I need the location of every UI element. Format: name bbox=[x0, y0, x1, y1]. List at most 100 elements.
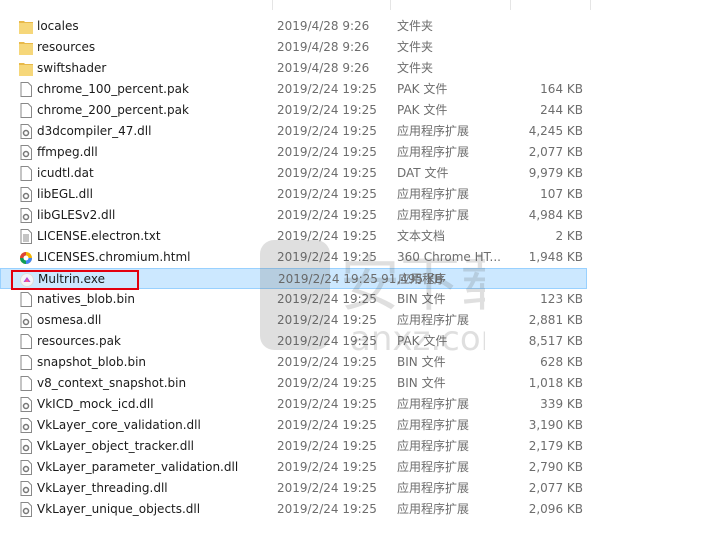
file-row[interactable]: ffmpeg.dll 2019/2/24 19:25 应用程序扩展 2,077 … bbox=[0, 142, 726, 163]
file-type: 文本文档 bbox=[397, 229, 446, 243]
dll-icon bbox=[19, 397, 33, 412]
file-row[interactable]: libEGL.dll 2019/2/24 19:25 应用程序扩展 107 KB bbox=[0, 184, 726, 205]
file-size: 107 KB bbox=[540, 187, 583, 201]
file-list: locales 2019/4/28 9:26 文件夹 resources 201… bbox=[0, 16, 726, 520]
file-date: 2019/2/24 19:25 bbox=[277, 82, 377, 96]
file-type: 应用程序扩展 bbox=[397, 313, 470, 327]
file-type: 应用程序扩展 bbox=[397, 460, 470, 474]
dll-icon bbox=[19, 460, 33, 475]
file-name: LICENSE.electron.txt bbox=[37, 229, 161, 243]
file-type: 360 Chrome HT... bbox=[397, 250, 501, 264]
file-date: 2019/4/28 9:26 bbox=[277, 61, 370, 75]
file-name: resources bbox=[37, 40, 96, 54]
file-type: 文件夹 bbox=[397, 40, 434, 54]
file-name: libEGL.dll bbox=[37, 187, 93, 201]
column-divider[interactable] bbox=[390, 0, 391, 10]
file-date: 2019/2/24 19:25 bbox=[277, 145, 377, 159]
file-row[interactable]: resources.pak 2019/2/24 19:25 PAK 文件 8,5… bbox=[0, 331, 726, 352]
file-date: 2019/2/24 19:25 bbox=[277, 355, 377, 369]
file-type: 应用程序扩展 bbox=[397, 145, 470, 159]
folder-icon bbox=[19, 61, 33, 76]
file-size: 2,790 KB bbox=[528, 460, 583, 474]
file-row[interactable]: snapshot_blob.bin 2019/2/24 19:25 BIN 文件… bbox=[0, 352, 726, 373]
file-name: VkLayer_object_tracker.dll bbox=[37, 439, 195, 453]
file-row[interactable]: VkLayer_object_tracker.dll 2019/2/24 19:… bbox=[0, 436, 726, 457]
column-header[interactable] bbox=[0, 0, 726, 10]
file-date: 2019/2/24 19:25 bbox=[277, 418, 377, 432]
file-type: BIN 文件 bbox=[397, 376, 446, 390]
file-icon bbox=[19, 376, 33, 391]
file-row[interactable]: VkLayer_parameter_validation.dll 2019/2/… bbox=[0, 457, 726, 478]
file-size: 1,018 KB bbox=[528, 376, 583, 390]
folder-icon bbox=[19, 40, 33, 55]
file-row[interactable]: icudtl.dat 2019/2/24 19:25 DAT 文件 9,979 … bbox=[0, 163, 726, 184]
file-type: 文件夹 bbox=[397, 61, 434, 75]
file-row[interactable]: swiftshader 2019/4/28 9:26 文件夹 bbox=[0, 58, 726, 79]
file-name: d3dcompiler_47.dll bbox=[37, 124, 152, 138]
file-size: 2,179 KB bbox=[528, 439, 583, 453]
file-name: osmesa.dll bbox=[37, 313, 102, 327]
file-name: chrome_100_percent.pak bbox=[37, 82, 189, 96]
file-row[interactable]: locales 2019/4/28 9:26 文件夹 bbox=[0, 16, 726, 37]
file-row[interactable]: resources 2019/4/28 9:26 文件夹 bbox=[0, 37, 726, 58]
file-size: 4,245 KB bbox=[528, 124, 583, 138]
file-size: 3,190 KB bbox=[528, 418, 583, 432]
file-type: 应用程序扩展 bbox=[397, 502, 470, 516]
file-size: 4,984 KB bbox=[528, 208, 583, 222]
file-row[interactable]: VkLayer_core_validation.dll 2019/2/24 19… bbox=[0, 415, 726, 436]
file-row[interactable]: v8_context_snapshot.bin 2019/2/24 19:25 … bbox=[0, 373, 726, 394]
file-date: 2019/2/24 19:25 bbox=[277, 166, 377, 180]
file-name: VkLayer_unique_objects.dll bbox=[37, 502, 201, 516]
dll-icon bbox=[19, 313, 33, 328]
file-type: BIN 文件 bbox=[397, 292, 446, 306]
file-date: 2019/2/24 19:25 bbox=[277, 313, 377, 327]
dll-icon bbox=[19, 208, 33, 223]
file-date: 2019/2/24 19:25 bbox=[277, 376, 377, 390]
file-size: 1,948 KB bbox=[528, 250, 583, 264]
file-row[interactable]: VkICD_mock_icd.dll 2019/2/24 19:25 应用程序扩… bbox=[0, 394, 726, 415]
file-name: VkLayer_core_validation.dll bbox=[37, 418, 201, 432]
file-type: BIN 文件 bbox=[397, 355, 446, 369]
file-date: 2019/4/28 9:26 bbox=[277, 19, 370, 33]
file-date: 2019/2/24 19:25 bbox=[277, 229, 377, 243]
file-row[interactable]: d3dcompiler_47.dll 2019/2/24 19:25 应用程序扩… bbox=[0, 121, 726, 142]
file-type: 应用程序扩展 bbox=[397, 124, 470, 138]
file-row[interactable]: LICENSES.chromium.html 2019/2/24 19:25 3… bbox=[0, 247, 726, 268]
dll-icon bbox=[19, 124, 33, 139]
file-size: 339 KB bbox=[540, 397, 583, 411]
file-row[interactable]: LICENSE.electron.txt 2019/2/24 19:25 文本文… bbox=[0, 226, 726, 247]
file-icon bbox=[19, 355, 33, 370]
text-file-icon bbox=[19, 229, 33, 244]
file-size: 123 KB bbox=[540, 292, 583, 306]
file-name: swiftshader bbox=[37, 61, 107, 75]
file-date: 2019/2/24 19:25 bbox=[277, 481, 377, 495]
file-date: 2019/2/24 19:25 bbox=[277, 124, 377, 138]
file-type: 文件夹 bbox=[397, 19, 434, 33]
file-date: 2019/2/24 19:25 bbox=[277, 103, 377, 117]
file-row[interactable]: chrome_100_percent.pak 2019/2/24 19:25 P… bbox=[0, 79, 726, 100]
file-date: 2019/2/24 19:25 bbox=[277, 460, 377, 474]
file-size: 2 KB bbox=[555, 229, 583, 243]
file-row[interactable]: VkLayer_threading.dll 2019/2/24 19:25 应用… bbox=[0, 478, 726, 499]
file-type: DAT 文件 bbox=[397, 166, 449, 180]
file-row[interactable]: chrome_200_percent.pak 2019/2/24 19:25 P… bbox=[0, 100, 726, 121]
file-row[interactable]: natives_blob.bin 2019/2/24 19:25 BIN 文件 … bbox=[0, 289, 726, 310]
file-row[interactable]: VkLayer_unique_objects.dll 2019/2/24 19:… bbox=[0, 499, 726, 520]
file-row[interactable]: libGLESv2.dll 2019/2/24 19:25 应用程序扩展 4,9… bbox=[0, 205, 726, 226]
file-name: icudtl.dat bbox=[37, 166, 94, 180]
dll-icon bbox=[19, 418, 33, 433]
file-name: LICENSES.chromium.html bbox=[37, 250, 191, 264]
file-type: 应用程序扩展 bbox=[397, 208, 470, 222]
file-size: 164 KB bbox=[540, 82, 583, 96]
column-divider[interactable] bbox=[590, 0, 591, 10]
file-type: 应用程序扩展 bbox=[397, 481, 470, 495]
file-type: 应用程序扩展 bbox=[397, 439, 470, 453]
file-row[interactable]: osmesa.dll 2019/2/24 19:25 应用程序扩展 2,881 … bbox=[0, 310, 726, 331]
file-date: 2019/2/24 19:25 bbox=[278, 272, 378, 286]
dll-icon bbox=[19, 187, 33, 202]
file-date: 2019/2/24 19:25 bbox=[277, 292, 377, 306]
column-divider[interactable] bbox=[510, 0, 511, 10]
dll-icon bbox=[19, 481, 33, 496]
file-type: PAK 文件 bbox=[397, 82, 448, 96]
column-divider[interactable] bbox=[272, 0, 273, 10]
